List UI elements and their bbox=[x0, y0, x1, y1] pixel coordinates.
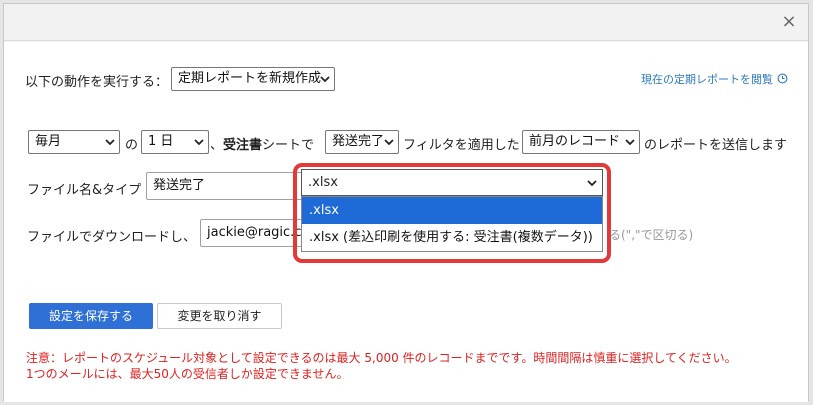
frequency-select[interactable]: 毎月 bbox=[28, 130, 120, 154]
period-value: 前月のレコード bbox=[529, 134, 621, 149]
filter-label: フィルタを適用した bbox=[403, 138, 520, 153]
day-value: 1 日 bbox=[148, 134, 174, 149]
close-icon[interactable]: × bbox=[780, 13, 798, 31]
frequency-value: 毎月 bbox=[35, 134, 62, 149]
chevron-down-icon bbox=[194, 139, 204, 146]
email-value: jackie@ragic.co bbox=[207, 225, 308, 240]
filter-value: 発送完了 bbox=[332, 134, 385, 149]
dialog-header: × bbox=[4, 4, 808, 41]
day-select[interactable]: 1 日 bbox=[141, 130, 209, 154]
chevron-down-icon bbox=[384, 139, 394, 146]
chevron-down-icon bbox=[587, 180, 597, 187]
period-select[interactable]: 前月のレコード bbox=[522, 130, 640, 154]
warning-text-line2: 1つのメールには、最大50人の受信者しか設定できません。 bbox=[26, 367, 349, 381]
action-select[interactable]: 定期レポートを新規作成 bbox=[171, 67, 335, 91]
file-type-options: .xlsx .xlsx (差込印刷を使用する: 受注書(複数データ)) bbox=[301, 196, 603, 252]
file-type-option-xlsx-mailmerge[interactable]: .xlsx (差込印刷を使用する: 受注書(複数データ)) bbox=[302, 224, 602, 251]
file-name-value: 発送完了 bbox=[153, 178, 206, 193]
warning-text-line1: 注意：レポートのスケジュール対象として設定できるのは最大 5,000 件のレコー… bbox=[26, 351, 737, 365]
sheet-prefix: 、 bbox=[210, 138, 224, 153]
filter-select[interactable]: 発送完了 bbox=[325, 130, 399, 154]
chevron-down-icon bbox=[105, 139, 115, 146]
clock-icon bbox=[777, 73, 788, 84]
file-type-value: .xlsx bbox=[308, 175, 338, 190]
view-reports-link[interactable]: 現在の定期レポートを閲覧 bbox=[641, 71, 788, 87]
email-hint: る(","で区切る) bbox=[609, 228, 694, 242]
cancel-button[interactable]: 変更を取り消す bbox=[157, 303, 282, 329]
file-type-option-xlsx[interactable]: .xlsx bbox=[302, 197, 602, 224]
send-label: のレポートを送信します bbox=[644, 138, 788, 153]
action-select-value: 定期レポートを新規作成 bbox=[178, 71, 322, 86]
sheet-name: 受注書 bbox=[223, 138, 263, 153]
sheet-label: 、受注書シートで bbox=[210, 134, 314, 153]
file-name-label: ファイル名&タイプ bbox=[27, 183, 142, 198]
file-type-select[interactable]: .xlsx bbox=[301, 169, 603, 196]
view-reports-link-text: 現在の定期レポートを閲覧 bbox=[641, 73, 773, 86]
save-button[interactable]: 設定を保存する bbox=[29, 303, 153, 329]
download-label: ファイルでダウンロードし、 bbox=[27, 230, 197, 245]
email-input[interactable]: jackie@ragic.co bbox=[200, 219, 308, 247]
sheet-suffix: シートで bbox=[262, 138, 315, 153]
file-name-input[interactable]: 発送完了 bbox=[146, 172, 306, 200]
chevron-down-icon bbox=[625, 139, 635, 146]
chevron-down-icon bbox=[320, 76, 330, 83]
frequency-suffix: の bbox=[125, 138, 139, 153]
action-label: 以下の動作を実行する： bbox=[25, 75, 169, 90]
